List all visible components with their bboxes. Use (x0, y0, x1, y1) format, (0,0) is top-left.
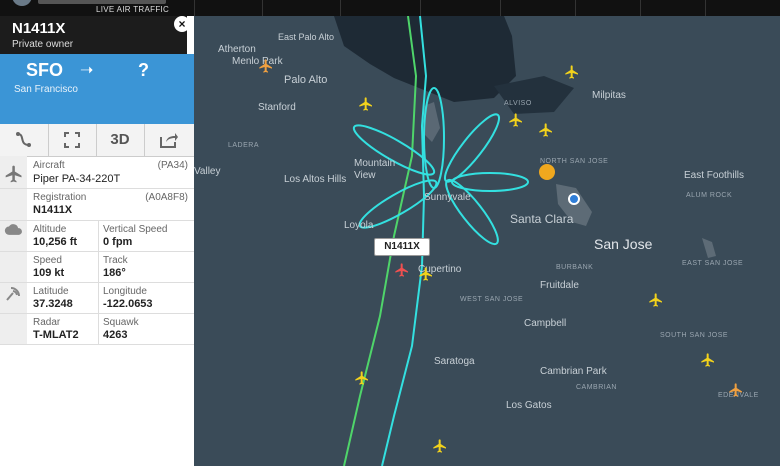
radar-label: Radar (33, 317, 61, 328)
altitude-row: Altitude 10,256 ft Vertical Speed 0 fpm (0, 221, 194, 252)
vertical-speed-value: 0 fpm (103, 236, 133, 248)
origin-code[interactable]: SFO (26, 60, 63, 81)
city-label: East Foothills (684, 170, 745, 181)
aircraft-row: Aircraft (PA34) Piper PA-34-220T (0, 156, 194, 189)
flight-callsign: N1411X (12, 20, 66, 37)
city-label: LADERA (228, 142, 260, 149)
fullscreen-button[interactable] (48, 124, 97, 156)
city-label: CAMBRIAN (576, 384, 617, 391)
city-label: Atherton (218, 44, 256, 55)
squawk-label: Squawk (103, 317, 139, 328)
speed-value: 109 kt (33, 267, 65, 279)
city-label: Saratoga (434, 356, 475, 367)
aircraft-label: Aircraft (33, 160, 65, 171)
registration-row: Registration (A0A8F8) N1411X (0, 189, 194, 221)
route-button[interactable] (0, 124, 49, 156)
fullscreen-icon (64, 132, 80, 148)
route-box: SFO ➝ ? San Francisco (0, 54, 194, 124)
longitude-label: Longitude (103, 286, 147, 297)
city-label: ALUM ROCK (686, 192, 733, 199)
city-label: BURBANK (556, 264, 594, 271)
selected-plane-icon[interactable] (394, 262, 410, 278)
view-3d-button[interactable]: 3D (96, 124, 145, 156)
route-icon (16, 132, 31, 147)
city-label: Fruitdale (540, 280, 579, 291)
radar-value: T-MLAT2 (33, 329, 79, 341)
speed-row: Speed 109 kt Track 186° (0, 252, 194, 283)
city-label: EAST SAN JOSE (682, 260, 744, 267)
city-label: Stanford (258, 102, 296, 113)
plane-icon[interactable] (700, 352, 716, 368)
plane-icon[interactable] (358, 96, 374, 112)
squawk-value: 4263 (103, 329, 128, 341)
city-label: Valley (194, 166, 221, 177)
city-label: Santa Clara (510, 212, 574, 226)
city-label: Los Altos Hills (284, 174, 347, 185)
flight-tag[interactable]: N1411X (374, 238, 430, 256)
plane-icon[interactable] (538, 122, 554, 138)
registration-code: (A0A8F8) (145, 192, 188, 203)
destination-code: ? (138, 60, 149, 80)
share-icon (160, 133, 178, 148)
aircraft-value[interactable]: Piper PA-34-220T (33, 173, 120, 185)
registration-value[interactable]: N1411X (33, 204, 72, 216)
flight-header: N1411X Private owner (0, 16, 187, 54)
city-label: Los Gatos (506, 400, 552, 411)
plane-icon[interactable] (418, 266, 434, 282)
plane-icon[interactable] (564, 64, 580, 80)
aircraft-code: (PA34) (157, 160, 188, 171)
latitude-value: 37.3248 (33, 298, 73, 310)
flight-owner: Private owner (12, 39, 74, 50)
vertical-speed-label: Vertical Speed (103, 224, 168, 235)
panel-toolbar: 3D (0, 124, 194, 157)
city-label: WEST SAN JOSE (460, 296, 524, 303)
longitude-value: -122.0653 (103, 298, 153, 310)
logo-tagline: LIVE AIR TRAFFIC (96, 5, 170, 14)
route-arrow-icon: ➝ (80, 62, 94, 79)
plane-icon[interactable] (354, 370, 370, 386)
reservoir-east (702, 238, 716, 258)
close-button[interactable]: × (174, 16, 190, 32)
speed-label: Speed (33, 255, 62, 266)
city-label: Loyola (344, 220, 374, 231)
flight-info-panel: N1411X Private owner × SFO ➝ ? San Franc… (0, 16, 194, 466)
city-label: SOUTH SAN JOSE (660, 332, 729, 339)
city-label: Mountain View (354, 158, 396, 181)
altitude-label: Altitude (33, 224, 67, 235)
city-label: Campbell (524, 318, 567, 329)
track-label: Track (103, 255, 128, 266)
registration-label: Registration (33, 192, 87, 203)
map-view[interactable]: Atherton Menlo Park East Palo Alto Palo … (194, 16, 780, 466)
city-label: Cambrian Park (540, 366, 607, 377)
position-row: Latitude 37.3248 Longitude -122.0653 (0, 283, 194, 314)
plane-icon[interactable] (648, 292, 664, 308)
latitude-label: Latitude (33, 286, 69, 297)
radar-row: Radar T-MLAT2 Squawk 4263 (0, 314, 194, 345)
logo-wordmark (38, 0, 166, 4)
city-label: Palo Alto (284, 74, 328, 86)
city-label: ALVISO (504, 100, 532, 107)
altitude-value: 10,256 ft (33, 236, 78, 248)
logo-icon[interactable] (12, 0, 32, 6)
plane-icon[interactable] (258, 58, 274, 74)
city-label: NORTH SAN JOSE (540, 158, 609, 165)
city-label: Milpitas (592, 90, 626, 101)
share-button[interactable] (144, 124, 194, 156)
plane-icon[interactable] (508, 112, 524, 128)
city-label: San Jose (594, 236, 653, 252)
airport-marker (539, 164, 555, 180)
plane-icon[interactable] (728, 382, 744, 398)
origin-name: San Francisco (14, 84, 78, 95)
map-canvas[interactable] (194, 16, 780, 466)
city-label: East Palo Alto (278, 32, 335, 42)
plane-icon[interactable] (432, 438, 448, 454)
track-value: 186° (103, 267, 126, 279)
top-bar: LIVE AIR TRAFFIC (0, 0, 780, 17)
location-dot (568, 193, 580, 205)
city-label: Sunnyvale (424, 192, 471, 203)
